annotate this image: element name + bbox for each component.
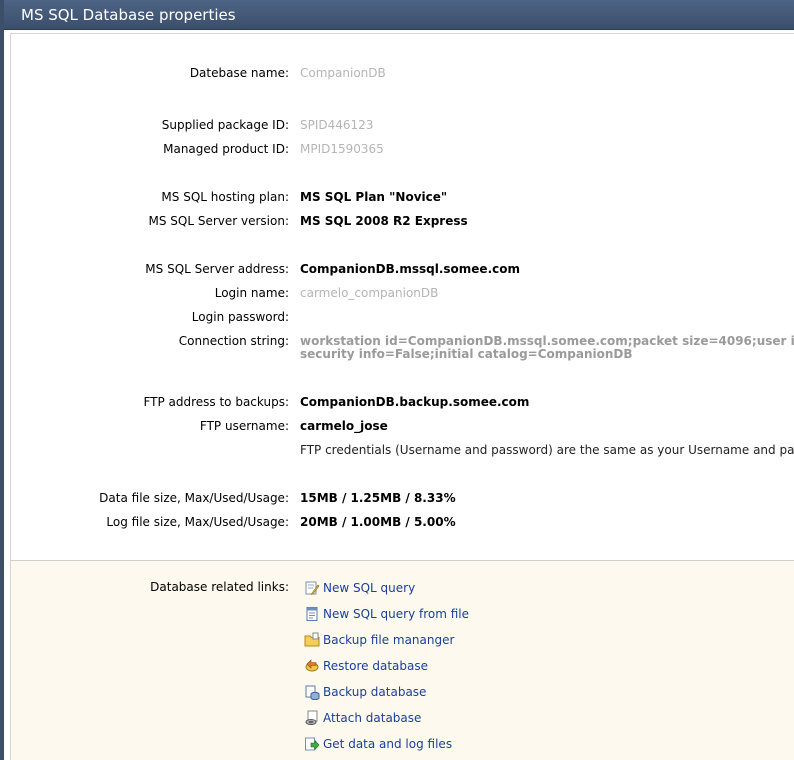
server-address-label: MS SQL Server address: [145,262,289,276]
log-file-size-value: 20MB / 1.00MB / 5.00% [300,515,456,529]
login-name-value: carmelo_companionDB [300,286,439,300]
hosting-plan-value: MS SQL Plan "Novice" [300,190,448,204]
new-sql-query-from-file-label: New SQL query from file [323,607,470,621]
database-links-label: Database related links: [150,580,289,594]
ftp-address-value: CompanionDB.backup.somee.com [300,395,530,409]
ftp-credentials-note-row: FTP credentials (Username and password) … [11,443,794,463]
new-sql-query-label: New SQL query [323,581,416,595]
server-address-value: CompanionDB.mssql.somee.com [300,262,520,276]
title-bar: MS SQL Database properties [4,0,794,30]
restore-database-label: Restore database [323,659,428,673]
connection-string-label: Connection string: [178,334,289,348]
field-package-id: Supplied package ID: SPID446123 [11,118,794,138]
login-password-label: Login password: [191,310,289,324]
get-data-and-log-files-label: Get data and log files [323,737,453,751]
data-file-size-value: 15MB / 1.25MB / 8.33% [300,491,456,505]
package-id-value: SPID446123 [300,118,374,132]
backup-database-label: Backup database [323,685,427,699]
database-backup-icon [305,685,320,700]
field-hosting-plan: MS SQL hosting plan: MS SQL Plan "Novice… [11,190,794,210]
folder-icon [304,632,320,647]
restore-icon [305,659,319,672]
field-server-address: MS SQL Server address: CompanionDB.mssql… [11,262,794,282]
field-product-id: Managed product ID: MPID1590365 [11,142,794,162]
document-icon [306,607,318,621]
connection-string-line-2: security info=False;initial catalog=Comp… [300,347,633,361]
download-icon [305,737,320,751]
field-ftp-username: FTP username: carmelo_jose [11,419,794,439]
server-version-value: MS SQL 2008 R2 Express [300,214,468,228]
database-links-section: Database related links: New SQL query Ne… [11,561,794,760]
connection-string-value[interactable]: workstation id=CompanionDB.mssql.somee.c… [300,335,794,361]
data-file-size-label: Data file size, Max/Used/Usage: [99,491,289,505]
field-db-name: Datebase name: CompanionDB [11,66,794,86]
pencil-page-icon [305,581,320,595]
attach-database-label: Attach database [323,711,422,725]
log-file-size-label: Log file size, Max/Used/Usage: [106,515,289,529]
page-title: MS SQL Database properties [21,6,236,24]
product-id-label: Managed product ID: [163,142,289,156]
field-data-file-size: Data file size, Max/Used/Usage: 15MB / 1… [11,491,794,511]
db-name-label: Datebase name: [189,66,289,80]
server-version-label: MS SQL Server version: [148,214,289,228]
package-id-label: Supplied package ID: [161,118,289,132]
ftp-credentials-note: FTP credentials (Username and password) … [300,443,794,457]
content-border-top [11,33,794,34]
product-id-value: MPID1590365 [300,142,384,156]
field-ftp-address: FTP address to backups: CompanionDB.back… [11,395,794,415]
backup-file-manager-label: Backup file mananger [323,633,455,647]
field-log-file-size: Log file size, Max/Used/Usage: 20MB / 1.… [11,515,794,535]
login-name-label: Login name: [214,286,289,300]
ftp-username-value: carmelo_jose [300,419,388,433]
db-name-value: CompanionDB [300,66,386,80]
ftp-username-label: FTP username: [199,419,289,433]
hosting-plan-label: MS SQL hosting plan: [161,190,289,204]
field-login-password: Login password: [11,310,794,330]
attach-icon [305,710,318,725]
field-server-version: MS SQL Server version: MS SQL 2008 R2 Ex… [11,214,794,234]
ftp-address-label: FTP address to backups: [143,395,289,409]
field-login-name: Login name: carmelo_companionDB [11,286,794,306]
field-connection-string: Connection string: workstation id=Compan… [11,334,794,364]
